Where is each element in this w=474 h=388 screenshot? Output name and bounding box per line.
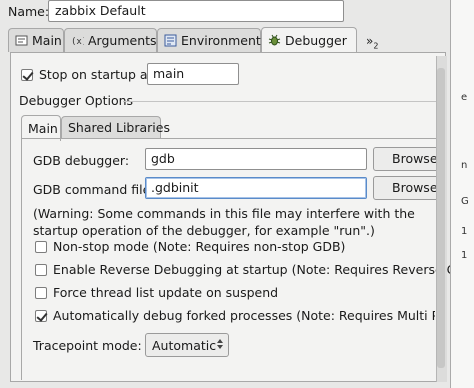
subtab-shared-libraries-label: Shared Libraries — [68, 120, 170, 135]
reverse-debugging-label: Enable Reverse Debugging at startup (Not… — [53, 262, 474, 277]
debugger-tab-panel: Stop on startup at: main Debugger Option… — [10, 52, 474, 382]
force-thread-update-label: Force thread list update on suspend — [53, 285, 279, 300]
tab-environment[interactable]: Environment — [157, 28, 261, 52]
debug-forked-processes-row: Automatically debug forked processes (No… — [35, 308, 435, 323]
tracepoint-mode-value: Automatic — [152, 337, 217, 353]
gdb-debugger-input[interactable]: gdb — [145, 148, 367, 170]
tab-main-label: Main — [32, 33, 62, 48]
group-separator — [123, 101, 439, 102]
force-thread-update-row: Force thread list update on suspend — [35, 285, 278, 300]
tab-environment-label: Environment — [181, 33, 261, 48]
tab-debugger[interactable]: Debugger — [261, 27, 357, 53]
debug-forked-processes-checkbox[interactable] — [35, 309, 47, 322]
tracepoint-mode-label: Tracepoint mode: — [33, 338, 142, 353]
gdb-command-file-warning: (Warning: Some commands in this file may… — [33, 206, 415, 238]
tab-arguments-label: Arguments — [88, 33, 157, 48]
tab-main[interactable]: Main — [8, 28, 64, 52]
reverse-debugging-row: Enable Reverse Debugging at startup (Not… — [35, 262, 474, 277]
tracepoint-mode-select[interactable]: Automatic — [145, 333, 229, 357]
background-text-fragment: n — [461, 160, 468, 171]
main-icon — [15, 34, 28, 47]
environment-icon — [164, 34, 177, 47]
background-text-fragment: e — [461, 92, 468, 103]
stop-on-startup-row: Stop on startup at: — [21, 67, 157, 82]
svg-text:(x): (x) — [71, 37, 84, 47]
debugger-options-title: Debugger Options — [19, 93, 134, 108]
stop-on-startup-label: Stop on startup at: — [39, 67, 157, 82]
vertical-scrollbar-thumb[interactable] — [437, 68, 445, 368]
select-updown-icon — [216, 338, 224, 353]
gdb-debugger-label: GDB debugger: — [33, 153, 130, 168]
stop-on-startup-checkbox[interactable] — [21, 68, 33, 81]
nonstop-mode-label: Non-stop mode (Note: Requires non-stop G… — [53, 239, 346, 254]
background-text-fragment: 1 — [461, 250, 468, 261]
debug-forked-processes-label: Automatically debug forked processes (No… — [53, 308, 435, 323]
reverse-debugging-checkbox[interactable] — [35, 263, 47, 276]
background-text-fragment: 1 — [461, 226, 468, 237]
debugger-icon — [268, 34, 281, 47]
name-input[interactable]: zabbix Default — [48, 0, 344, 22]
tab-debugger-label: Debugger — [285, 33, 347, 48]
force-thread-update-checkbox[interactable] — [35, 286, 47, 299]
background-text-fragment: G — [461, 196, 469, 207]
stop-on-startup-input[interactable]: main — [147, 63, 239, 85]
tabs-overflow-button[interactable]: »2 — [366, 34, 378, 50]
background-window-edge: e n G 1 1 — [450, 0, 474, 388]
name-label: Name: — [8, 4, 50, 19]
nonstop-mode-checkbox[interactable] — [35, 240, 47, 253]
tab-arguments[interactable]: (x) Arguments — [64, 28, 157, 52]
gdb-command-file-label: GDB command file: — [33, 182, 155, 197]
gdb-command-file-input[interactable]: .gdbinit — [145, 177, 367, 199]
subtab-shared-libraries[interactable]: Shared Libraries — [61, 116, 170, 138]
subtab-main-label: Main — [28, 121, 58, 136]
nonstop-mode-row: Non-stop mode (Note: Requires non-stop G… — [35, 239, 345, 254]
arguments-icon: (x) — [71, 34, 87, 47]
tabs-overflow-count: 2 — [373, 41, 379, 51]
